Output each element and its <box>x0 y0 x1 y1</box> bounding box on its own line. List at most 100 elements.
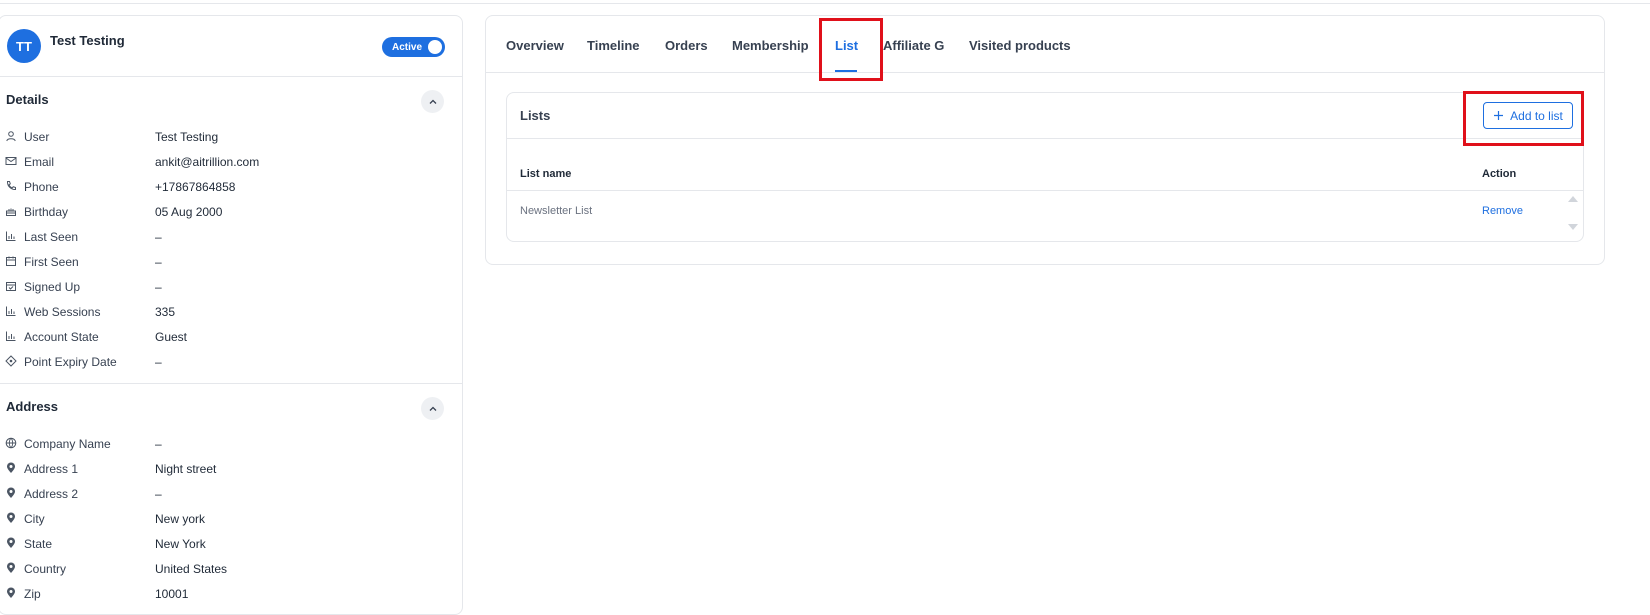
tab-membership[interactable]: Membership <box>732 38 809 53</box>
email-icon <box>5 157 17 165</box>
tab-overview[interactable]: Overview <box>506 38 564 53</box>
detail-value-web-sessions: 335 <box>155 305 176 319</box>
avatar: TT <box>7 29 41 63</box>
address-label-address2: Address 2 <box>24 487 79 501</box>
location-icon <box>7 587 15 598</box>
address-row: Address 1 Night street <box>0 457 462 482</box>
details-collapse-button[interactable] <box>421 90 444 113</box>
customer-detail-panel: Overview Timeline Orders Membership List… <box>485 15 1605 265</box>
detail-row: First Seen – <box>0 250 462 275</box>
toggle-knob <box>428 40 442 54</box>
lists-table-header: List name Action <box>507 139 1583 191</box>
add-to-list-button[interactable]: Add to list <box>1483 102 1573 129</box>
remove-link[interactable]: Remove <box>1482 205 1523 217</box>
chevron-up-icon <box>429 406 436 411</box>
scroll-down-arrow[interactable] <box>1568 224 1578 230</box>
column-header-action: Action <box>1482 168 1517 180</box>
address-row: City New york <box>0 507 462 532</box>
address-value-country: United States <box>155 562 228 576</box>
detail-row: Phone +17867864858 <box>0 175 462 200</box>
detail-row: Signed Up – <box>0 275 462 300</box>
detail-label-birthday: Birthday <box>24 205 69 219</box>
address-title: Address <box>6 399 59 414</box>
address-label-company: Company Name <box>24 437 111 451</box>
user-icon <box>6 131 16 142</box>
top-bar <box>0 0 1650 4</box>
detail-label-account-state: Account State <box>24 330 99 344</box>
scroll-up-arrow[interactable] <box>1568 196 1578 202</box>
detail-value-signed-up: – <box>155 280 162 294</box>
detail-value-last-seen: – <box>155 230 162 244</box>
cake-icon <box>6 208 16 216</box>
chevron-up-icon <box>429 99 436 104</box>
detail-row: User Test Testing <box>0 125 462 150</box>
calendar-check-icon <box>6 282 16 291</box>
status-toggle[interactable]: Active <box>382 37 445 57</box>
address-label-city: City <box>24 512 45 526</box>
lists-card-header: Lists Add to list <box>507 93 1583 139</box>
detail-value-point-expiry: – <box>155 355 162 369</box>
tab-timeline[interactable]: Timeline <box>587 38 640 53</box>
details-section-header: Details <box>0 77 462 125</box>
location-icon <box>7 512 15 523</box>
detail-row: Point Expiry Date – <box>0 350 462 375</box>
address-value-address2: – <box>155 487 162 501</box>
globe-icon <box>5 437 17 449</box>
detail-label-last-seen: Last Seen <box>24 230 79 244</box>
calendar-icon <box>6 256 16 266</box>
tab-visited-products[interactable]: Visited products <box>969 38 1071 53</box>
diamond-icon <box>5 355 17 367</box>
column-header-list-name: List name <box>520 168 572 180</box>
address-value-zip: 10001 <box>155 587 189 601</box>
table-row: Newsletter List Remove <box>507 191 1583 230</box>
detail-value-email: ankit@aitrillion.com <box>155 155 260 169</box>
profile-header: TT Test Testing Active <box>0 16 462 77</box>
location-icon <box>7 537 15 548</box>
phone-icon <box>6 181 16 191</box>
add-to-list-label: Add to list <box>1510 108 1563 123</box>
address-section-header: Address <box>0 384 462 432</box>
address-value-address1: Night street <box>155 462 217 476</box>
detail-value-account-state: Guest <box>155 330 188 344</box>
status-label: Active <box>392 41 423 53</box>
detail-label-email: Email <box>24 155 55 169</box>
customer-profile-panel: TT Test Testing Active Details User Test… <box>0 15 463 615</box>
detail-row: Birthday 05 Aug 2000 <box>0 200 462 225</box>
location-icon <box>7 487 15 498</box>
tab-list[interactable]: List <box>835 38 858 53</box>
chart-icon <box>6 231 16 241</box>
detail-value-user: Test Testing <box>155 130 219 144</box>
address-list: Company Name – Address 1 Night street Ad… <box>0 432 462 607</box>
detail-value-birthday: 05 Aug 2000 <box>155 205 223 219</box>
plus-icon <box>1494 111 1504 120</box>
detail-label-web-sessions: Web Sessions <box>24 305 101 319</box>
address-label-country: Country <box>24 562 67 576</box>
tab-affiliate[interactable]: Affiliate G <box>883 38 944 53</box>
tab-bar: Overview Timeline Orders Membership List… <box>486 16 1604 73</box>
address-row: Address 2 – <box>0 482 462 507</box>
detail-row: Web Sessions 335 <box>0 300 462 325</box>
detail-row: Account State Guest <box>0 325 462 350</box>
detail-label-point-expiry: Point Expiry Date <box>24 355 117 369</box>
detail-label-first-seen: First Seen <box>24 255 79 269</box>
details-title: Details <box>6 92 49 107</box>
address-row: State New York <box>0 532 462 557</box>
detail-value-phone: +17867864858 <box>155 180 236 194</box>
address-value-state: New York <box>155 537 206 551</box>
chart-icon <box>6 331 16 341</box>
address-collapse-button[interactable] <box>421 397 444 420</box>
details-list: User Test Testing Email ankit@aitrillion… <box>0 125 462 375</box>
address-label-address1: Address 1 <box>24 462 79 476</box>
address-value-company: – <box>155 437 162 451</box>
address-row: Company Name – <box>0 432 462 457</box>
chart-icon <box>6 306 16 316</box>
address-row: Country United States <box>0 557 462 582</box>
lists-title: Lists <box>520 108 551 123</box>
active-tab-indicator <box>835 70 857 72</box>
detail-label-phone: Phone <box>24 180 59 194</box>
detail-row: Last Seen – <box>0 225 462 250</box>
lists-card: Lists Add to list List name Action Newsl… <box>506 92 1584 242</box>
detail-row: Email ankit@aitrillion.com <box>0 150 462 175</box>
tab-orders[interactable]: Orders <box>665 38 708 53</box>
detail-label-user: User <box>24 130 50 144</box>
